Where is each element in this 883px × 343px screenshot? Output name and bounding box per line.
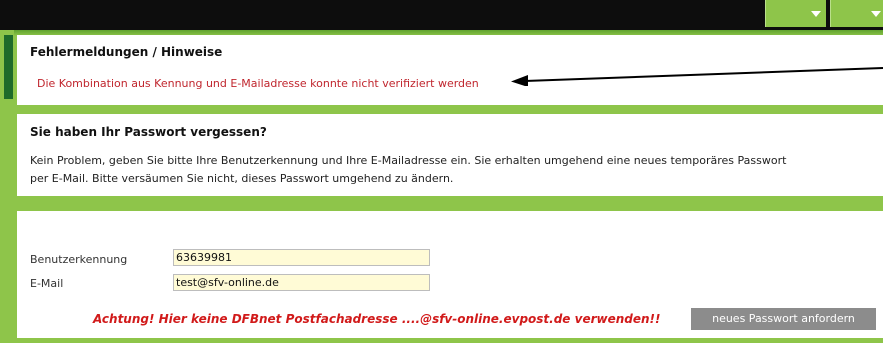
active-marker [4,35,13,99]
email-label: E-Mail [30,277,64,290]
password-request-form: Benutzerkennung E-Mail Achtung! Hier kei… [17,211,883,338]
menu-dropdown-1[interactable] [765,0,826,27]
top-bar [0,0,883,36]
errors-heading: Fehlermeldungen / Hinweise [30,45,223,59]
username-input[interactable] [173,249,430,266]
error-message: Die Kombination aus Kennung und E-Mailad… [37,77,479,90]
forgot-description-line-1: Kein Problem, geben Sie bitte Ihre Benut… [30,154,787,167]
warning-text: Achtung! Hier keine DFBnet Postfachadres… [93,312,661,326]
chevron-down-icon [871,11,881,17]
menu-dropdown-2[interactable] [830,0,883,27]
forgot-description-line-2: per E-Mail. Bitte versäumen Sie nicht, d… [30,172,454,185]
username-label: Benutzerkennung [30,253,128,266]
forgot-password-panel: Sie haben Ihr Passwort vergessen? Kein P… [17,114,883,196]
chevron-down-icon [811,11,821,17]
forgot-heading: Sie haben Ihr Passwort vergessen? [30,125,267,139]
forgot-description: Kein Problem, geben Sie bitte Ihre Benut… [30,152,860,188]
email-input[interactable] [173,274,430,291]
request-password-button[interactable]: neues Passwort anfordern [691,308,876,330]
left-sidebar-stripe [0,30,14,343]
arrow-pointer [511,67,883,86]
